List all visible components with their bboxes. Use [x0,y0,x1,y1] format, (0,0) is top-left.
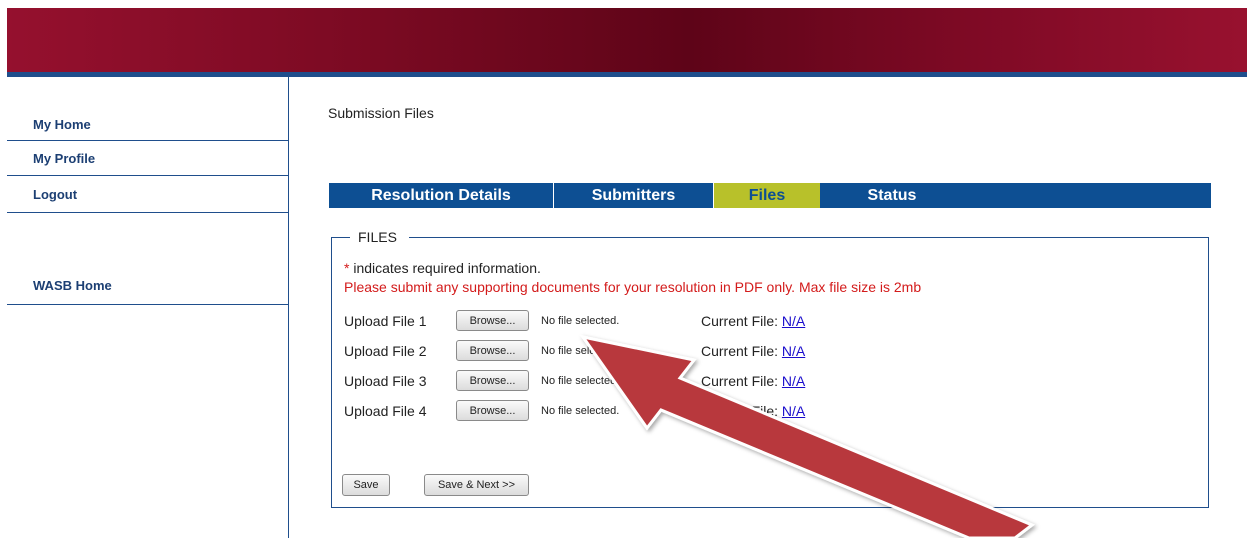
sidebar-item-my-profile[interactable]: My Profile [7,141,288,176]
save-next-button[interactable]: Save & Next >> [424,474,529,496]
browse-button[interactable]: Browse... [456,340,529,361]
browse-button[interactable]: Browse... [456,310,529,331]
upload-label: Upload File 2 [344,343,427,359]
top-border [0,0,1247,8]
file-status: No file selected. [541,405,620,417]
current-file-link[interactable]: N/A [782,403,805,419]
tab-bar: Resolution Details Submitters Files Stat… [329,183,1211,208]
fieldset-legend: FILES [350,229,409,245]
file-status: No file selected. [541,315,620,327]
sidebar-item-my-home[interactable]: My Home [7,108,288,141]
current-file-label: Current File: [701,343,779,359]
upload-label: Upload File 4 [344,403,427,419]
current-file: Current File: N/A [701,403,805,419]
current-file-label: Current File: [701,313,779,329]
current-file: Current File: N/A [701,373,805,389]
current-file-link[interactable]: N/A [782,373,805,389]
required-text: indicates required information. [349,260,541,276]
site-header-banner [7,8,1247,72]
browse-button[interactable]: Browse... [456,370,529,391]
save-button[interactable]: Save [342,474,390,496]
tab-status[interactable]: Status [820,183,964,208]
upload-label: Upload File 1 [344,313,427,329]
tab-submitters[interactable]: Submitters [554,183,713,208]
current-file: Current File: N/A [701,343,805,359]
file-status: No file selected. [541,345,620,357]
tab-files[interactable]: Files [714,183,820,208]
upload-warning: Please submit any supporting documents f… [344,279,922,295]
sidebar-item-wasb-home[interactable]: WASB Home [7,267,288,305]
files-fieldset: FILES * indicates required information. … [331,229,1209,508]
tab-resolution-details[interactable]: Resolution Details [329,183,553,208]
upload-label: Upload File 3 [344,373,427,389]
upload-row: Upload File 4 Browse... No file selected… [344,400,1044,422]
sidebar-item-logout[interactable]: Logout [7,176,288,213]
current-file-link[interactable]: N/A [782,343,805,359]
upload-row: Upload File 1 Browse... No file selected… [344,310,1044,332]
sidebar: My Home My Profile Logout WASB Home [7,77,289,538]
main-content: Submission Files Resolution Details Subm… [290,77,1247,538]
required-note: * indicates required information. [344,260,541,276]
upload-row: Upload File 2 Browse... No file selected… [344,340,1044,362]
file-status: No file selected. [541,375,620,387]
browse-button[interactable]: Browse... [456,400,529,421]
upload-row: Upload File 3 Browse... No file selected… [344,370,1044,392]
current-file-link[interactable]: N/A [782,313,805,329]
current-file: Current File: N/A [701,313,805,329]
current-file-label: Current File: [701,373,779,389]
current-file-label: Current File: [701,403,779,419]
page-title: Submission Files [328,105,434,121]
